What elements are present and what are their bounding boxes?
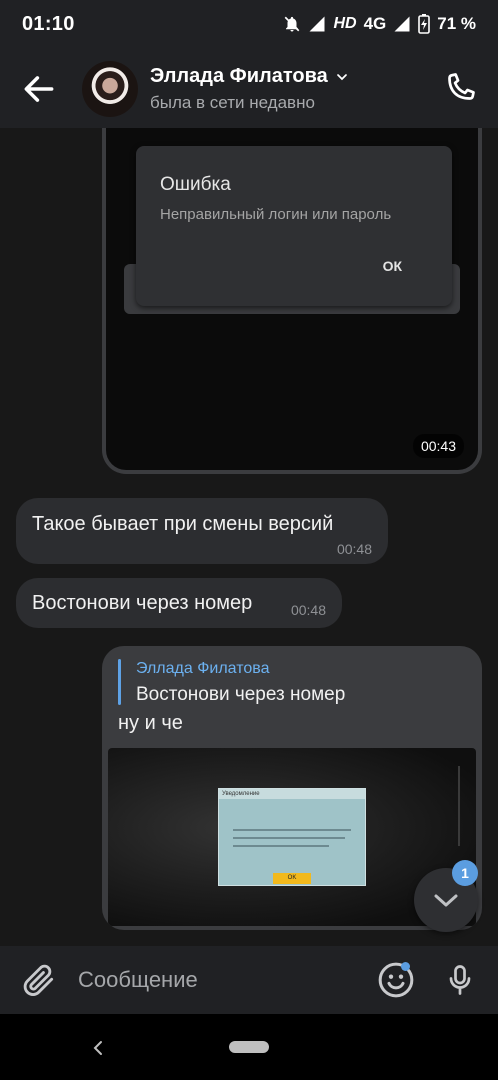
nav-back-icon[interactable] [88, 1036, 108, 1060]
system-nav-bar [0, 1014, 498, 1080]
signal-icon [309, 16, 325, 32]
reply-quote-bar [118, 659, 121, 705]
video-message[interactable]: Ошибка Неправильный логин или пароль ОК … [102, 128, 482, 474]
battery-charging-icon [418, 14, 431, 34]
image-text-line [233, 829, 351, 831]
emoji-icon[interactable] [376, 960, 416, 1000]
incoming-message[interactable]: Такое бывает при смены версий 00:48 [16, 498, 388, 564]
image-side-icons [458, 766, 468, 846]
dialog-ok-label: ОК [382, 258, 402, 274]
contact-name: Эллада Филатова [150, 65, 328, 87]
battery-percent: 71 % [437, 14, 476, 33]
chat-header: Эллада Филатова была в сети недавно [0, 50, 498, 128]
message-input[interactable] [78, 956, 358, 1004]
status-time: 01:10 [22, 13, 75, 35]
bell-off-icon [285, 16, 300, 32]
status-bar: 01:10 HD 4G 71 % [0, 0, 498, 50]
image-dialog: Уведомление OK [218, 788, 366, 886]
phone-icon[interactable] [442, 70, 478, 106]
image-dialog-header: Уведомление [219, 789, 365, 799]
network-hd: HD [333, 15, 357, 32]
nav-home-pill[interactable] [229, 1041, 269, 1053]
video-duration: 00:43 [412, 434, 464, 458]
dialog-text: Неправильный логин или пароль [160, 206, 392, 223]
message-text: Такое бывает при смены версий [32, 513, 334, 535]
paperclip-icon[interactable] [20, 961, 58, 999]
avatar[interactable] [82, 61, 138, 117]
image-ok-button: OK [273, 873, 311, 884]
incoming-message[interactable]: Востонови через номер 00:48 [16, 578, 342, 628]
status-icons: HD 4G 71 % [283, 14, 476, 34]
message-text: ну и че [118, 712, 183, 734]
message-time: 00:48 [336, 541, 372, 557]
dialog-title: Ошибка [160, 174, 231, 195]
signal-icon [394, 16, 410, 32]
unread-count-badge: 1 [452, 860, 478, 886]
chat-messages[interactable]: Ошибка Неправильный логин или пароль ОК … [0, 128, 498, 946]
message-text: Востонови через номер [32, 592, 253, 614]
microphone-icon[interactable] [442, 960, 478, 1000]
reply-text[interactable]: Востонови через номер [136, 684, 345, 706]
error-dialog: Ошибка Неправильный логин или пароль ОК [136, 146, 452, 306]
message-time: 00:48 [290, 602, 326, 618]
emoji-notification-dot [401, 962, 410, 971]
chevron-down-icon [336, 73, 347, 80]
network-type: 4G [363, 14, 387, 33]
reply-author[interactable]: Эллада Филатова [136, 660, 269, 678]
image-text-line [233, 837, 345, 839]
message-composer [0, 946, 498, 1014]
back-arrow-icon[interactable] [20, 70, 58, 108]
contact-status: была в сети недавно [150, 93, 315, 112]
contact-name-button[interactable]: Эллада Филатова [150, 65, 350, 88]
image-text-line [233, 845, 329, 847]
